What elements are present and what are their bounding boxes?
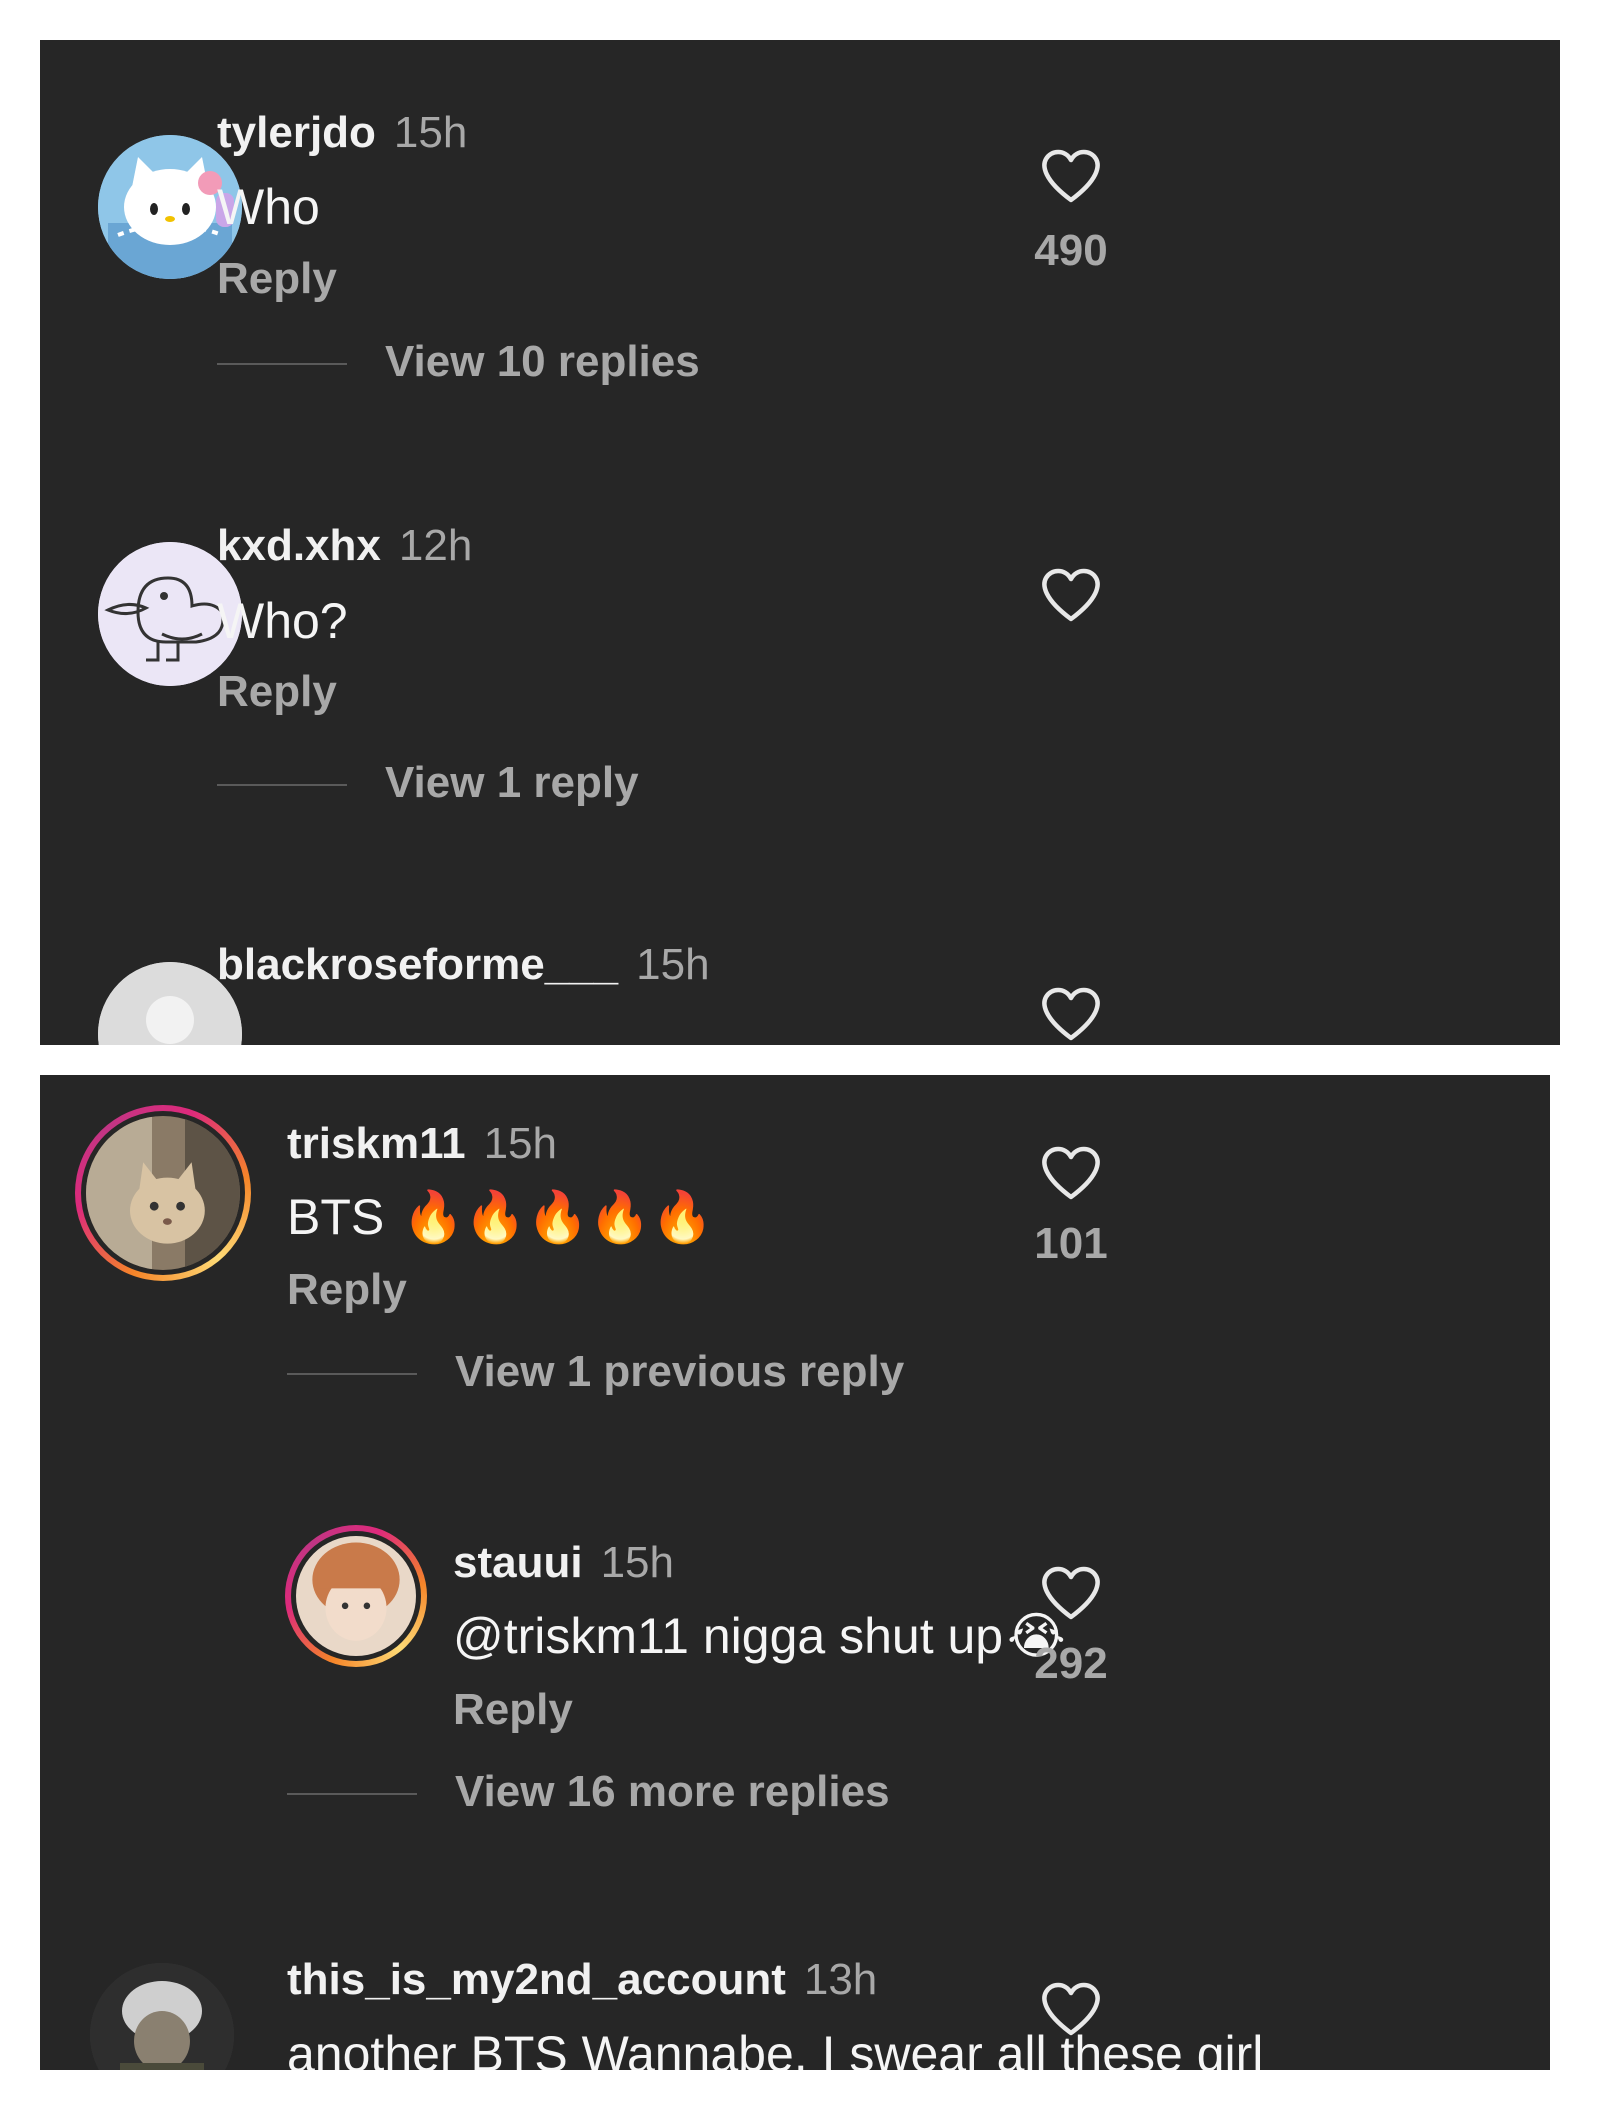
heart-icon[interactable] <box>1040 986 1102 1042</box>
avatar-inner <box>291 1531 421 1661</box>
heart-icon[interactable] <box>1040 1145 1102 1201</box>
reply-text-body: @triskm11 nigga shut up <box>453 1608 1004 1664</box>
like-count: 101 <box>1034 1219 1108 1268</box>
divider-line <box>217 784 347 787</box>
avatar <box>86 1116 240 1270</box>
like-count: 490 <box>1034 226 1108 275</box>
view-replies-label: View 1 previous reply <box>455 1347 905 1396</box>
reply-button[interactable]: Reply <box>217 667 337 717</box>
view-replies-label: View 1 reply <box>385 758 639 807</box>
divider-line <box>287 1793 417 1796</box>
username[interactable]: stauui <box>453 1538 583 1587</box>
divider-line <box>287 1373 417 1376</box>
heart-icon[interactable] <box>1040 148 1102 204</box>
comment-text: Who <box>217 179 320 235</box>
heart-icon[interactable] <box>1040 567 1102 623</box>
username[interactable]: this_is_my2nd_account <box>287 1955 786 2004</box>
avatar <box>296 1536 416 1656</box>
divider-line <box>217 363 347 366</box>
heart-icon[interactable] <box>1040 1565 1102 1621</box>
comment-text: another BTS Wannabe, I swear all these g… <box>287 2026 1264 2070</box>
comments-panel-bottom: triskm11 15h BTS 🔥🔥🔥🔥🔥 Reply 101 View 1 p… <box>40 1075 1550 2070</box>
avatar[interactable] <box>90 1963 234 2070</box>
comment-meta: tylerjdo 15h <box>217 108 467 158</box>
comment-meta: triskm11 15h <box>287 1119 557 1169</box>
comments-panel-top: tylerjdo 15h Who Reply 490 View 10 replie… <box>40 40 1560 1045</box>
timestamp: 15h <box>636 940 710 989</box>
username[interactable]: tylerjdo <box>217 108 376 157</box>
story-ring-avatar[interactable] <box>75 1105 251 1281</box>
dark-character-avatar-icon <box>90 1963 234 2070</box>
username[interactable]: kxd.xhx <box>217 521 381 570</box>
comment-text-body: BTS <box>287 1189 385 1245</box>
timestamp: 15h <box>600 1538 674 1587</box>
avatar-inner <box>81 1111 245 1275</box>
reply-button[interactable]: Reply <box>287 1265 407 1315</box>
comment-text: Who? <box>217 593 348 649</box>
view-more-replies-button[interactable]: View 16 more replies <box>287 1767 890 1817</box>
reply-button[interactable]: Reply <box>453 1685 573 1735</box>
username[interactable]: blackroseforme___ <box>217 940 618 989</box>
view-previous-replies-button[interactable]: View 1 previous reply <box>287 1347 904 1397</box>
reply-text: @triskm11 nigga shut up😭 <box>453 1607 1066 1665</box>
reply-button[interactable]: Reply <box>217 254 337 304</box>
like-count: 292 <box>1034 1639 1108 1688</box>
cat-photo-avatar-icon <box>86 1116 240 1270</box>
timestamp: 15h <box>393 108 468 157</box>
timestamp: 15h <box>483 1119 557 1168</box>
comment-meta: kxd.xhx 12h <box>217 521 472 571</box>
view-replies-button[interactable]: View 1 reply <box>217 758 639 808</box>
timestamp: 12h <box>398 521 473 570</box>
username[interactable]: triskm11 <box>287 1119 466 1168</box>
view-replies-button[interactable]: View 10 replies <box>217 337 700 387</box>
story-ring-avatar[interactable] <box>285 1525 427 1667</box>
view-replies-label: View 16 more replies <box>455 1767 890 1816</box>
view-replies-label: View 10 replies <box>385 337 700 386</box>
person-photo-avatar-icon <box>296 1536 416 1656</box>
heart-icon[interactable] <box>1040 1981 1102 2037</box>
comment-text: BTS 🔥🔥🔥🔥🔥 <box>287 1188 713 1247</box>
comment-meta: this_is_my2nd_account 13h <box>287 1955 877 2005</box>
timestamp: 13h <box>803 1955 878 2004</box>
fire-emojis: 🔥🔥🔥🔥🔥 <box>402 1189 714 1245</box>
reply-meta: stauui 15h <box>453 1538 674 1588</box>
comment-meta: blackroseforme___ 15h <box>217 940 710 990</box>
